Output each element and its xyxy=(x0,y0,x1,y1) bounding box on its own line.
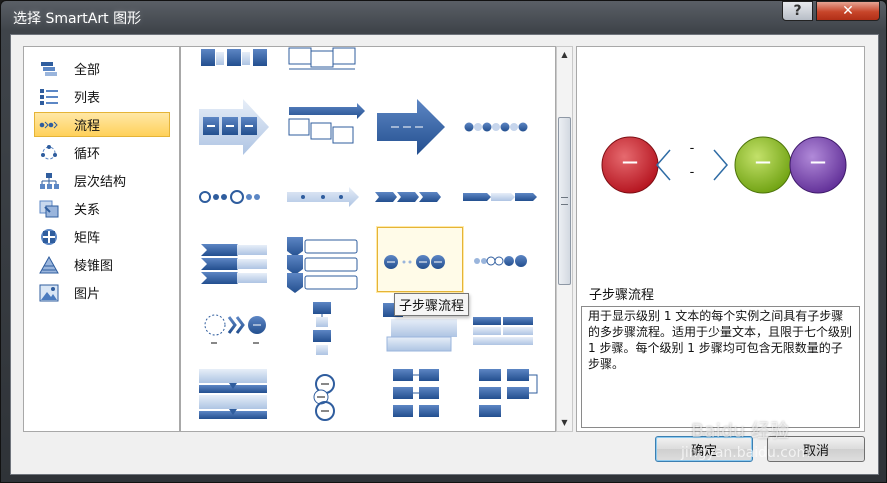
layout-thumb-staggered[interactable] xyxy=(288,103,365,144)
category-label: 流程 xyxy=(74,119,101,134)
layout-thumb-vertical-chevron[interactable] xyxy=(201,244,267,284)
preview-purple-dash: — xyxy=(810,152,826,171)
category-item-picture[interactable]: 图片 xyxy=(34,280,170,305)
process-icon xyxy=(39,116,59,134)
layout-thumb-big-arrow[interactable] xyxy=(377,99,445,155)
layout-thumb-chevron-row[interactable] xyxy=(375,192,441,202)
layout-thumb-substep-process[interactable] xyxy=(376,226,464,293)
title-bar[interactable]: 选择 SmartArt 图形 ? ✕ xyxy=(1,1,887,34)
layout-tooltip: 子步骤流程 xyxy=(394,293,470,316)
hierarchy-icon xyxy=(39,172,59,190)
gallery-scrollbar[interactable]: ▲ ▼ xyxy=(556,46,573,432)
cycle-icon xyxy=(39,144,59,162)
layout-thumb-r0c1[interactable] xyxy=(288,47,356,70)
category-label: 层次结构 xyxy=(74,175,127,190)
pyramid-icon xyxy=(39,255,59,274)
category-item-all[interactable]: 全部 xyxy=(34,56,170,81)
layout-thumb-vertical-list[interactable] xyxy=(287,237,358,293)
close-button[interactable]: ✕ xyxy=(816,1,880,21)
layout-thumb-circles-row[interactable] xyxy=(464,122,528,132)
category-item-relationship[interactable]: 关系 xyxy=(34,196,170,221)
dialog-title: 选择 SmartArt 图形 xyxy=(13,11,142,27)
layout-thumb-arrow-band[interactable] xyxy=(287,187,359,207)
substep-process-thumbnail xyxy=(384,255,445,269)
layout-description: 用于显示级别 1 文本的每个实例之间具有子步骤的多步骤流程。适用于少量文本，且限… xyxy=(581,306,860,428)
preview-substep-bottom: - xyxy=(689,165,695,180)
category-item-hierarchy[interactable]: 层次结构 xyxy=(34,168,170,193)
gallery-thumbnails xyxy=(199,47,537,293)
layout-thumb-r0c0[interactable] xyxy=(201,49,267,66)
preview-green-dash: — xyxy=(755,152,771,171)
preview-bracket-right xyxy=(713,149,728,181)
preview-panel: — — — - - 子步骤流程 用于显示级别 1 文本的每个实例之间具有子步骤的… xyxy=(576,46,865,432)
picture-icon xyxy=(39,284,59,302)
category-label: 全部 xyxy=(74,63,101,78)
layout-thumb-circle-process[interactable] xyxy=(199,190,260,204)
help-button[interactable]: ? xyxy=(782,1,813,21)
category-item-matrix[interactable]: 矩阵 xyxy=(34,224,170,249)
category-item-pyramid[interactable]: 棱锥图 xyxy=(34,252,170,277)
scroll-down-arrow-icon[interactable]: ▼ xyxy=(559,418,570,428)
category-item-process[interactable]: 流程 xyxy=(34,112,170,137)
layout-gallery xyxy=(180,46,556,432)
category-label: 列表 xyxy=(74,91,101,106)
category-label: 棱锥图 xyxy=(74,259,114,274)
baidu-watermark-url: jingyan.baidu.com xyxy=(681,445,811,461)
category-list: 全部 列表 流程 循环 层次结构 关系 矩阵 棱锥图 图片 xyxy=(23,46,180,432)
layout-thumb-pentagon-row[interactable] xyxy=(463,193,537,201)
category-label: 循环 xyxy=(74,147,101,162)
preview-substep-top: - xyxy=(689,141,695,156)
layout-name: 子步骤流程 xyxy=(589,288,655,303)
category-label: 图片 xyxy=(74,287,101,302)
baidu-watermark-logo: Baidu 经验 xyxy=(691,420,790,442)
preview-red-dash: — xyxy=(622,152,638,171)
preview-bracket-left xyxy=(656,149,671,181)
list-icon xyxy=(39,88,59,106)
grip-icon xyxy=(561,197,568,205)
scroll-up-arrow-icon[interactable]: ▲ xyxy=(559,50,570,60)
relationship-icon xyxy=(39,200,59,218)
matrix-icon xyxy=(39,228,59,246)
smartart-dialog: 选择 SmartArt 图形 ? ✕ 全部 列表 流程 循环 层次结构 关系 矩… xyxy=(0,0,887,483)
dialog-client-area: 全部 列表 流程 循环 层次结构 关系 矩阵 棱锥图 图片 ▲ ▼ — — — … xyxy=(10,34,879,475)
layout-thumb-basic-chevron[interactable] xyxy=(199,99,269,155)
scroll-thumb[interactable] xyxy=(558,117,571,285)
category-label: 矩阵 xyxy=(74,231,101,246)
category-label: 关系 xyxy=(74,203,101,218)
all-icon xyxy=(39,60,59,78)
category-item-list[interactable]: 列表 xyxy=(34,84,170,109)
category-item-cycle[interactable]: 循环 xyxy=(34,140,170,165)
